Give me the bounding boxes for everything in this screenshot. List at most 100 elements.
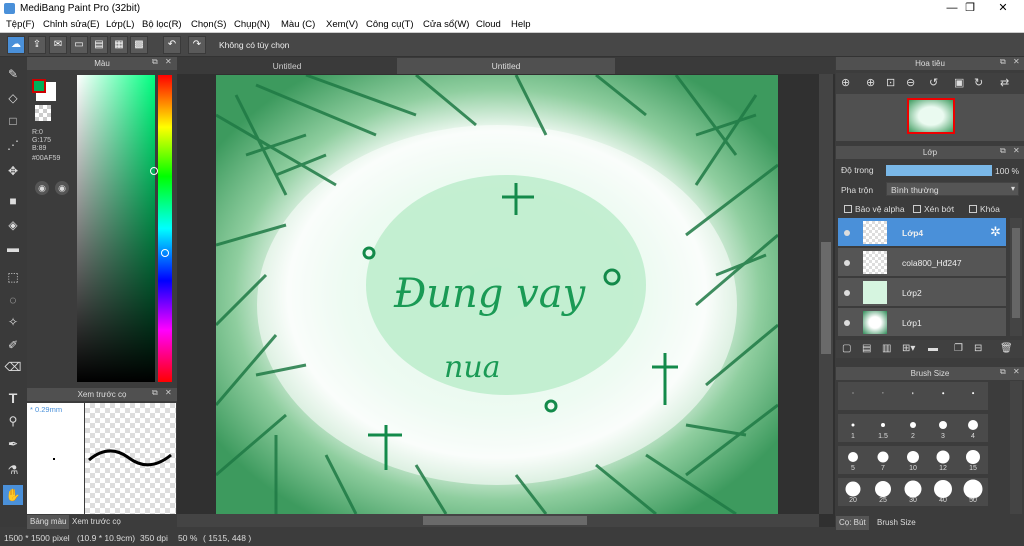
horizontal-scroll-thumb[interactable] [423, 516, 587, 525]
brush-size-cell[interactable]: 50 [958, 478, 988, 506]
brush-size-cell[interactable]: 3 [928, 414, 958, 442]
popout-icon[interactable]: ⧉ [152, 388, 158, 398]
brush-size-cell[interactable]: 30 [898, 478, 928, 506]
move-tool-icon[interactable]: ✥ [3, 161, 23, 181]
popout-icon[interactable]: ⧉ [1000, 57, 1006, 67]
menu-cloud[interactable]: Cloud [476, 19, 501, 30]
popout-icon[interactable]: ⧉ [1000, 146, 1006, 156]
palette-icon[interactable]: ◉ [35, 181, 49, 195]
brush-size-cell[interactable]: 5 [838, 446, 868, 474]
menu-select[interactable]: Chọn(S) [191, 19, 226, 30]
brush-size-cell[interactable] [838, 382, 868, 410]
close-panel-icon[interactable]: ✕ [165, 57, 172, 66]
brush-size-cell[interactable]: 1 [838, 414, 868, 442]
sv-cursor[interactable] [150, 167, 158, 175]
select-eraser-icon[interactable]: ⌫ [3, 357, 23, 377]
brush-size-cell[interactable]: 20 [838, 478, 868, 506]
brush-size-scrollbar[interactable] [1010, 381, 1022, 514]
menu-filter[interactable]: Bộ lọc(R) [142, 19, 182, 30]
rectangle-tool-icon[interactable]: □ [3, 111, 23, 131]
flip-icon[interactable]: ⇄ [1000, 76, 1009, 89]
brush-size-cell[interactable]: 10 [898, 446, 928, 474]
menu-window[interactable]: Cửa sổ(W) [423, 19, 469, 30]
protect-alpha-checkbox[interactable] [844, 205, 852, 213]
select-pen-icon[interactable]: ✐ [3, 335, 23, 355]
brush-size-cell[interactable]: 7 [868, 446, 898, 474]
hue-cursor[interactable] [161, 249, 169, 257]
layer-row[interactable]: Lớp2 [838, 278, 1006, 307]
visibility-icon[interactable] [844, 290, 850, 296]
vertical-scrollbar[interactable] [819, 74, 833, 514]
transparent-swatch[interactable] [35, 105, 51, 121]
visibility-icon[interactable] [844, 260, 850, 266]
navigator-preview[interactable] [836, 94, 1024, 141]
layer-scroll-thumb[interactable] [1012, 228, 1020, 318]
menu-color[interactable]: Màu (C) [281, 19, 315, 30]
eraser-tool-icon[interactable]: ◇ [3, 88, 23, 108]
brush-size-cell[interactable] [958, 382, 988, 410]
grid-icon[interactable]: ▩ [130, 36, 148, 54]
tab-color-palette[interactable]: Bảng màu [27, 515, 70, 529]
layout-icon[interactable]: ▦ [110, 36, 128, 54]
saturation-value-picker[interactable] [77, 75, 155, 382]
rotate-right-icon[interactable]: ↻ [974, 76, 983, 89]
comment-icon[interactable]: ✉ [49, 36, 67, 54]
speech-icon[interactable]: ▭ [70, 36, 88, 54]
menu-file[interactable]: Tệp(F) [6, 19, 35, 30]
blend-mode-select[interactable]: Bình thường ▾ [886, 182, 1019, 196]
popout-icon[interactable]: ⧉ [1000, 367, 1006, 377]
horizontal-scrollbar[interactable] [177, 514, 819, 527]
gear-icon[interactable]: ✲ [990, 224, 1001, 240]
brush-size-cell[interactable]: 15 [958, 446, 988, 474]
redo-button[interactable]: ↷ [188, 36, 206, 54]
zoom-out-icon[interactable]: ⊖ [906, 76, 915, 89]
brush-size-cell[interactable]: 12 [928, 446, 958, 474]
brush-size-cell[interactable] [898, 382, 928, 410]
layer-row[interactable]: cola800_Hđ247 [838, 248, 1006, 277]
clip-checkbox[interactable] [913, 205, 921, 213]
brush-size-cell[interactable] [868, 382, 898, 410]
text-tool-icon[interactable]: T [3, 388, 23, 408]
navigator-thumbnail[interactable] [907, 98, 955, 134]
menu-help[interactable]: Help [511, 19, 531, 30]
brush-size-cell[interactable]: 1.5 [868, 414, 898, 442]
merge-layer-icon[interactable]: ⊟ [974, 343, 982, 354]
select-rect-icon[interactable]: ⬚ [3, 267, 23, 287]
menu-edit[interactable]: Chỉnh sửa(E) [43, 19, 100, 30]
brush-size-cell[interactable] [928, 382, 958, 410]
popout-icon[interactable]: ⧉ [152, 57, 158, 67]
brush-size-cell[interactable]: 2 [898, 414, 928, 442]
menu-snap[interactable]: Chụp(N) [234, 19, 270, 30]
maximize-button[interactable]: ❐ [956, 0, 984, 17]
delete-layer-icon[interactable]: 🗑 [1000, 343, 1013, 354]
vertical-scroll-thumb[interactable] [821, 242, 831, 354]
gradient-tool-icon[interactable]: ▬ [3, 238, 23, 258]
visibility-icon[interactable] [844, 230, 850, 236]
new-layer-icon[interactable]: ▢ [842, 343, 851, 354]
rotate-left-icon[interactable]: ↺ [929, 76, 938, 89]
layer-row[interactable]: Lớp4 ✲ [838, 218, 1006, 247]
tab-untitled-2[interactable]: Untitled [397, 58, 615, 74]
close-panel-icon[interactable]: ✕ [1013, 367, 1020, 376]
close-panel-icon[interactable]: ✕ [165, 388, 172, 397]
close-panel-icon[interactable]: ✕ [1013, 57, 1020, 66]
share-icon[interactable]: ⇪ [28, 36, 46, 54]
new-1bit-layer-icon[interactable]: ▥ [882, 343, 891, 354]
brush-size-cell[interactable]: 40 [928, 478, 958, 506]
layer-row[interactable]: Lớp1 [838, 308, 1006, 337]
dropper-tool-icon[interactable]: ✒ [3, 434, 23, 454]
undo-button[interactable]: ↶ [163, 36, 181, 54]
close-panel-icon[interactable]: ✕ [1013, 146, 1020, 155]
menu-view[interactable]: Xem(V) [326, 19, 358, 30]
fill-rect-tool-icon[interactable]: ■ [3, 191, 23, 211]
lasso-icon[interactable]: ◌ [3, 290, 23, 310]
close-button[interactable]: ✕ [989, 0, 1017, 17]
palette-add-icon[interactable]: ◉ [55, 181, 69, 195]
visibility-icon[interactable] [844, 320, 850, 326]
zoom-fit-icon[interactable]: ⊕ [841, 76, 850, 89]
foreground-color-swatch[interactable] [32, 79, 46, 93]
magic-wand-icon[interactable]: ✧ [3, 312, 23, 332]
tab-untitled-1[interactable]: Untitled [177, 58, 397, 74]
hand-tool-icon[interactable]: ✋ [3, 485, 23, 505]
hue-slider[interactable] [158, 75, 172, 382]
